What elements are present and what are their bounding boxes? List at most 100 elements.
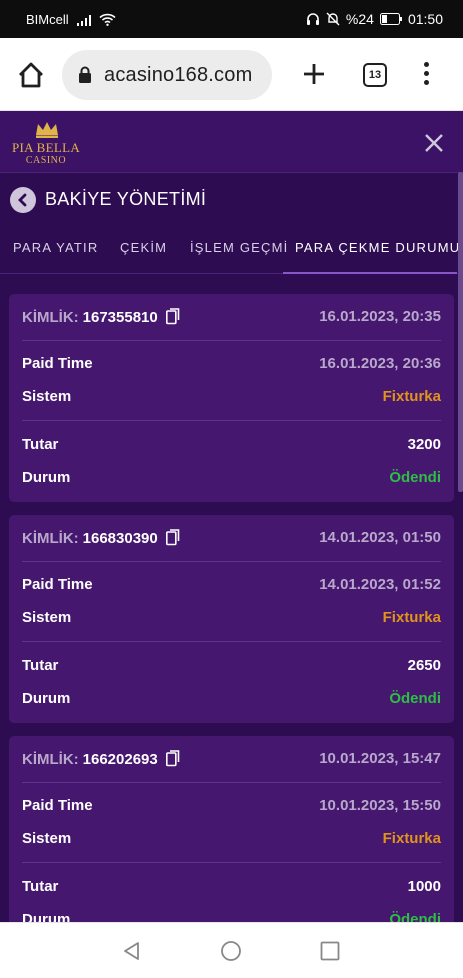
copy-icon[interactable]	[165, 750, 180, 767]
recents-square-icon[interactable]	[319, 940, 341, 962]
paid-time-value: 16.01.2023, 20:36	[319, 355, 441, 372]
home-icon[interactable]	[16, 60, 46, 90]
browser-toolbar: acasino168.com 13	[0, 38, 463, 111]
paid-time-label: Paid Time	[22, 797, 93, 814]
id-label: KİMLİK:	[22, 309, 79, 326]
status-row: Durum Ödendi	[22, 690, 441, 710]
status-row: Durum Ödendi	[22, 911, 441, 922]
transaction-id: 166830390	[82, 530, 158, 547]
withdrawal-card: KİMLİK: 167355810 16.01.2023, 20:35 Paid …	[9, 294, 454, 502]
tabs-icon[interactable]: 13	[363, 63, 387, 87]
amount-row: Tutar 1000	[22, 878, 441, 898]
system-label: Sistem	[22, 830, 72, 847]
paid-time-row: Paid Time 16.01.2023, 20:36	[22, 355, 441, 375]
logo-brand: PIA BELLA	[11, 140, 81, 155]
status-row: Durum Ödendi	[22, 469, 441, 489]
system-row: Sistem Fixturka	[22, 609, 441, 629]
card-header: KİMLİK: 167355810 16.01.2023, 20:35	[22, 308, 441, 328]
tab-withdraw-status[interactable]: PARA ÇEKME DURUMU	[295, 240, 460, 255]
paid-time-label: Paid Time	[22, 576, 93, 593]
casino-logo[interactable]: PIA BELLA CASINO	[10, 117, 82, 167]
withdrawal-card: KİMLİK: 166202693 10.01.2023, 15:47 Paid …	[9, 736, 454, 922]
system-label: Sistem	[22, 609, 72, 626]
home-circle-icon[interactable]	[220, 940, 242, 962]
divider	[22, 641, 441, 642]
clock: 01:50	[407, 11, 443, 27]
id-row: KİMLİK: 167355810	[22, 308, 180, 326]
withdrawal-card: KİMLİK: 166830390 14.01.2023, 01:50 Paid …	[9, 515, 454, 723]
system-value: Fixturka	[382, 388, 441, 405]
url-text: acasino168.com	[104, 63, 253, 86]
request-date: 10.01.2023, 15:47	[319, 750, 441, 767]
status-value: Ödendi	[389, 469, 441, 486]
divider	[22, 561, 441, 562]
amount-row: Tutar 3200	[22, 436, 441, 456]
amount-label: Tutar	[22, 878, 59, 895]
active-tab-indicator	[283, 272, 457, 274]
tab-bar: PARA YATIR ÇEKİM İŞLEM GEÇMİ PARA ÇEKME …	[0, 226, 463, 274]
amount-label: Tutar	[22, 657, 59, 674]
copy-icon[interactable]	[165, 529, 180, 546]
tab-withdraw[interactable]: ÇEKİM	[120, 240, 167, 255]
divider	[22, 420, 441, 421]
divider	[22, 340, 441, 341]
mute-bell-icon	[326, 12, 340, 26]
system-row: Sistem Fixturka	[22, 830, 441, 850]
card-header: KİMLİK: 166830390 14.01.2023, 01:50	[22, 529, 441, 549]
system-value: Fixturka	[382, 609, 441, 626]
crown-icon	[36, 122, 58, 138]
chevron-left-icon	[18, 193, 27, 207]
back-button[interactable]	[10, 187, 36, 213]
amount-value: 3200	[407, 436, 441, 453]
paid-time-row: Paid Time 14.01.2023, 01:52	[22, 576, 441, 596]
system-nav-bar	[0, 922, 463, 978]
transaction-id: 166202693	[82, 751, 158, 768]
tab-history[interactable]: İŞLEM GEÇMİ	[190, 240, 288, 255]
request-date: 16.01.2023, 20:35	[319, 308, 441, 325]
paid-time-value: 14.01.2023, 01:52	[319, 576, 441, 593]
system-value: Fixturka	[382, 830, 441, 847]
back-triangle-icon[interactable]	[121, 940, 143, 962]
site-header: PIA BELLA CASINO	[0, 111, 463, 172]
lock-icon	[79, 66, 91, 83]
paid-time-value: 10.01.2023, 15:50	[319, 797, 441, 814]
carrier-name: BIMcell	[26, 12, 69, 27]
balance-panel: BAKİYE YÖNETİMİ PARA YATIR ÇEKİM İŞLEM G…	[0, 172, 463, 922]
transaction-id: 167355810	[82, 309, 158, 326]
amount-value: 2650	[407, 657, 441, 674]
status-label: Durum	[22, 469, 71, 486]
logo-sub: CASINO	[25, 155, 67, 166]
card-header: KİMLİK: 166202693 10.01.2023, 15:47	[22, 750, 441, 770]
status-label: Durum	[22, 911, 71, 922]
paid-time-label: Paid Time	[22, 355, 93, 372]
scrollbar[interactable]	[458, 172, 463, 492]
battery-icon	[379, 13, 402, 25]
address-bar[interactable]: acasino168.com	[62, 50, 272, 100]
menu-dots-icon[interactable]	[420, 62, 432, 90]
status-value: Ödendi	[389, 911, 441, 922]
id-row: KİMLİK: 166830390	[22, 529, 180, 547]
id-label: KİMLİK:	[22, 530, 79, 547]
id-row: KİMLİK: 166202693	[22, 750, 180, 768]
amount-value: 1000	[407, 878, 441, 895]
system-row: Sistem Fixturka	[22, 388, 441, 408]
tab-deposit[interactable]: PARA YATIR	[13, 240, 98, 255]
system-label: Sistem	[22, 388, 72, 405]
status-value: Ödendi	[389, 690, 441, 707]
paid-time-row: Paid Time 10.01.2023, 15:50	[22, 797, 441, 817]
plus-icon[interactable]	[300, 60, 328, 88]
page-title: BAKİYE YÖNETİMİ	[45, 189, 207, 209]
tab-count: 13	[368, 69, 382, 81]
amount-row: Tutar 2650	[22, 657, 441, 677]
signal-icon	[76, 14, 91, 26]
title-row: BAKİYE YÖNETİMİ	[0, 172, 463, 226]
id-label: KİMLİK:	[22, 751, 79, 768]
headphones-icon	[306, 13, 319, 25]
status-bar: BIMcell %24 01:50	[0, 0, 463, 38]
copy-icon[interactable]	[165, 308, 180, 325]
battery-percent: %24	[345, 11, 374, 27]
close-icon[interactable]	[422, 131, 446, 155]
status-label: Durum	[22, 690, 71, 707]
wifi-icon	[99, 13, 116, 26]
divider	[22, 862, 441, 863]
